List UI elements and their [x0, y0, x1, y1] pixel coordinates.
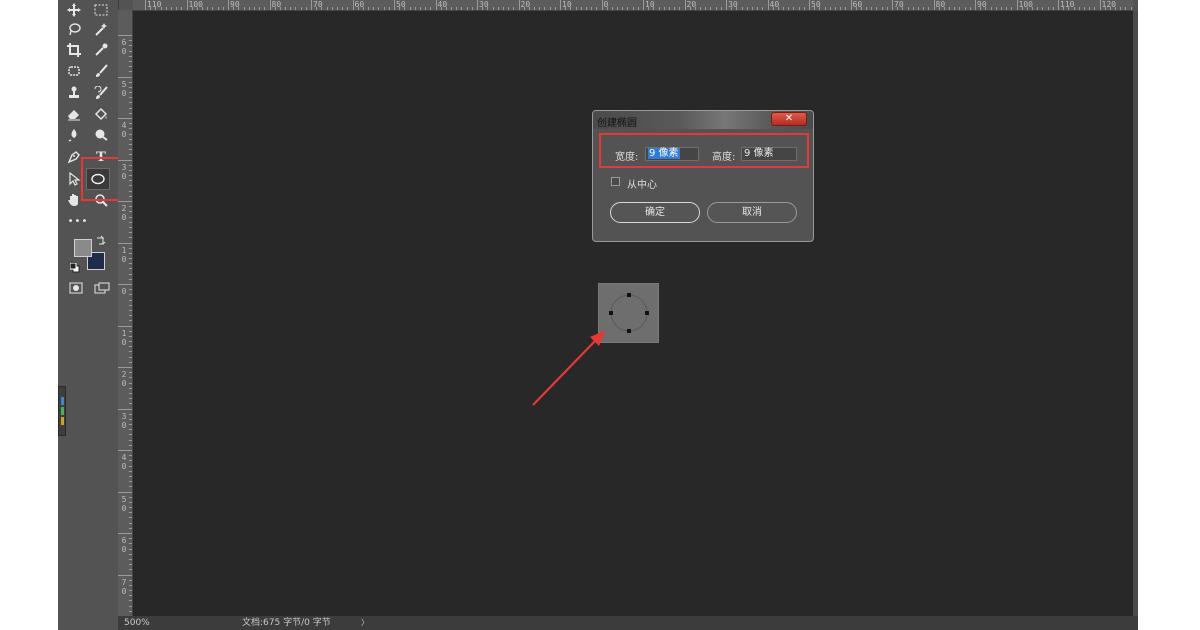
- width-value: 9 像素: [648, 148, 680, 159]
- dialog-close-button[interactable]: ✕: [771, 112, 807, 126]
- height-value: 9 像素: [744, 148, 774, 159]
- dialog-title: 创建椭圆: [597, 118, 637, 129]
- height-input[interactable]: 9 像素: [741, 147, 797, 161]
- height-label: 高度:: [712, 152, 736, 163]
- from-center-checkbox[interactable]: [611, 177, 620, 186]
- ok-button[interactable]: 确定: [610, 202, 700, 223]
- foreground-color-swatch[interactable]: [74, 239, 92, 257]
- width-input[interactable]: 9 像素: [645, 147, 699, 161]
- annotation-arrow: [532, 330, 606, 406]
- from-center-label: 从中心: [627, 180, 657, 191]
- width-label: 宽度:: [615, 152, 639, 163]
- cancel-button[interactable]: 取消: [707, 202, 797, 223]
- dialog-body: 宽度: 9 像素 高度: 9 像素 从中心 确定 取消: [595, 129, 811, 239]
- dialog-title-bar[interactable]: 创建椭圆 ✕: [593, 111, 813, 129]
- create-ellipse-dialog: 创建椭圆 ✕ 宽度: 9 像素 高度: 9 像素 从中心 确定 取消: [592, 110, 814, 242]
